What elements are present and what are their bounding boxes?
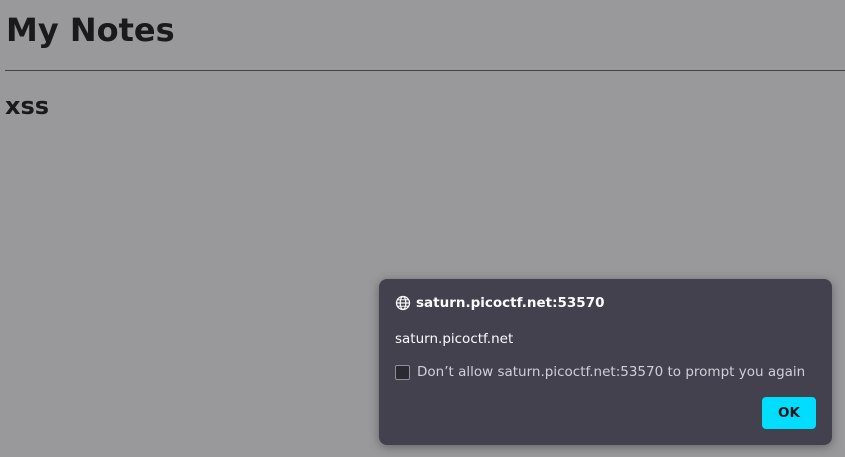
prevent-prompts-option[interactable]: Don’t allow saturn.picoctf.net:53570 to … [395, 364, 805, 380]
dialog-origin: saturn.picoctf.net:53570 [416, 295, 605, 311]
dialog-header: saturn.picoctf.net:53570 [395, 295, 604, 311]
dialog-message: saturn.picoctf.net [395, 331, 514, 347]
prevent-prompts-label: Don’t allow saturn.picoctf.net:53570 to … [417, 364, 806, 380]
globe-icon [395, 295, 411, 311]
alert-dialog: saturn.picoctf.net:53570 saturn.picoctf.… [379, 279, 832, 445]
prevent-prompts-checkbox[interactable] [395, 364, 410, 380]
ok-button[interactable]: OK [762, 397, 816, 429]
